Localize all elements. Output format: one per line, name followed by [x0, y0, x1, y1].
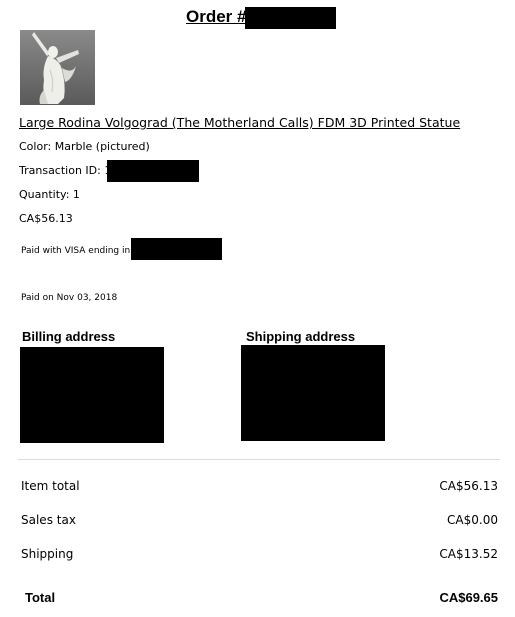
shipping-address-redaction — [241, 345, 385, 441]
shipping-address-heading: Shipping address — [246, 329, 356, 344]
item-total-label: Item total — [21, 479, 80, 493]
billing-address-redaction — [20, 347, 164, 443]
sales-tax-label: Sales tax — [21, 513, 76, 527]
sales-tax-value: CA$0.00 — [447, 513, 498, 527]
order-number-redaction — [245, 7, 336, 29]
shipping-cost-label: Shipping — [21, 547, 74, 561]
shipping-cost-value: CA$13.52 — [439, 547, 498, 561]
billing-address-heading: Billing address — [22, 329, 116, 344]
item-total-value: CA$56.13 — [439, 479, 498, 493]
card-number-redaction — [131, 238, 222, 260]
payment-date: Paid on Nov 03, 2018 — [21, 293, 118, 303]
payment-method: Paid with VISA ending in — [21, 246, 131, 256]
order-total-value: CA$69.65 — [439, 590, 498, 605]
summary-divider — [18, 459, 500, 460]
product-thumbnail[interactable] — [20, 30, 95, 105]
product-quantity: Quantity: 1 — [19, 188, 80, 201]
product-price: CA$56.13 — [19, 212, 73, 225]
product-title-link[interactable]: Large Rodina Volgograd (The Motherland C… — [19, 115, 460, 130]
transaction-id-label: Transaction ID: 1 — [19, 164, 112, 177]
product-color: Color: Marble (pictured) — [19, 140, 150, 153]
transaction-id-redaction — [107, 160, 199, 182]
statue-image — [20, 30, 95, 105]
order-title: Order # — [186, 7, 247, 26]
order-total-label: Total — [25, 590, 56, 605]
